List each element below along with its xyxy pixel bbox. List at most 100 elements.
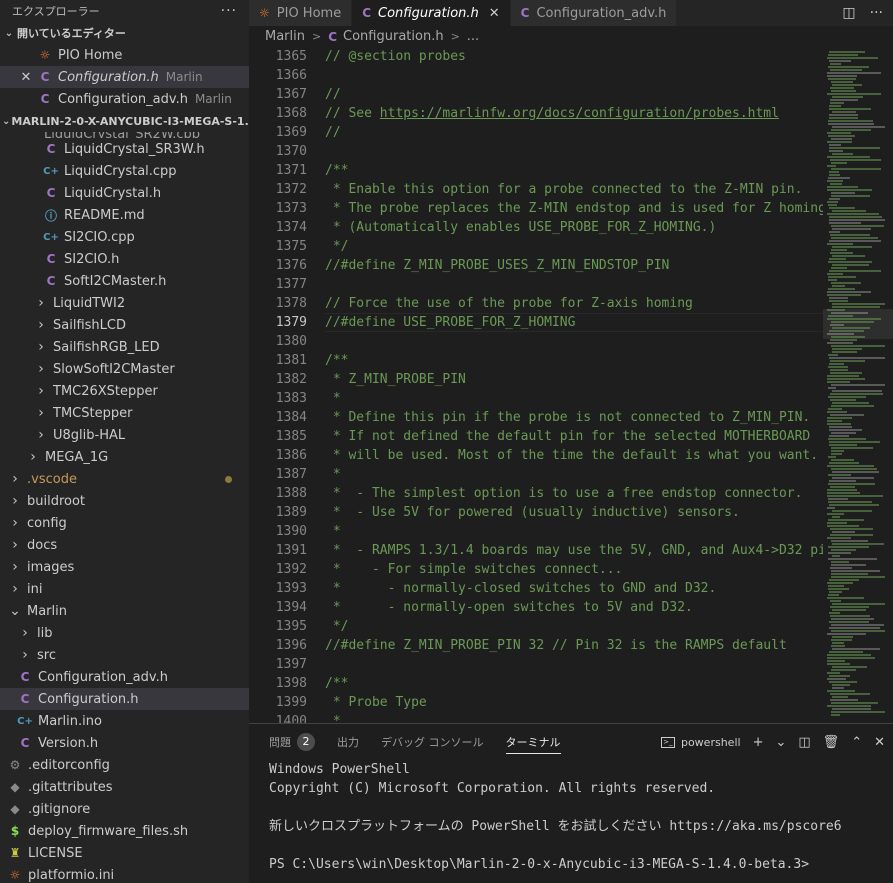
panel-tab[interactable]: ターミナル (505, 724, 561, 760)
code-line[interactable]: * The probe replaces the Z-MIN endstop a… (325, 199, 823, 218)
code-line[interactable]: * - For simple switches connect... (325, 560, 823, 579)
more-actions-icon[interactable]: ··· (870, 5, 883, 21)
breadcrumb-file[interactable]: Configuration.h (343, 29, 444, 44)
code-line[interactable]: /** (325, 351, 823, 370)
file-item[interactable]: ♜ LICENSE (0, 842, 249, 864)
code-line[interactable]: * (Automatically enables USE_PROBE_FOR_Z… (325, 218, 823, 237)
code-line[interactable]: * - normally-closed switches to GND and … (325, 579, 823, 598)
folder-item[interactable]: › docs (0, 534, 249, 556)
code-line[interactable]: * will be used. Most of the time the def… (325, 446, 823, 465)
split-terminal-icon[interactable]: ◫ (798, 735, 810, 750)
code-line[interactable]: // @section probes (325, 47, 823, 66)
code-line[interactable]: * (325, 465, 823, 484)
code-line[interactable] (325, 142, 823, 161)
code-line[interactable]: //#define USE_PROBE_FOR_Z_HOMING (325, 313, 823, 332)
folder-item[interactable]: › U8glib-HAL (0, 424, 249, 446)
file-item[interactable]: C Configuration.h (0, 688, 249, 710)
code-line[interactable]: * (325, 522, 823, 541)
code-line[interactable]: * - The simplest option is to use a free… (325, 484, 823, 503)
code-line[interactable]: */ (325, 617, 823, 636)
folder-item[interactable]: › TMC26XStepper (0, 380, 249, 402)
file-item[interactable]: C+ LiquidCrystal.cpp (0, 160, 249, 182)
file-item[interactable]: C LiquidCrystal_SR3W.h (0, 138, 249, 160)
file-item[interactable]: C+ SI2CIO.cpp (0, 226, 249, 248)
folder-item[interactable]: › MEGA_1G (0, 446, 249, 468)
tab-pio-home[interactable]: ☼ PIO Home (249, 0, 353, 26)
file-item[interactable]: C SI2CIO.h (0, 248, 249, 270)
file-item[interactable]: ⚙ .editorconfig (0, 754, 249, 776)
code-line[interactable]: * - RAMPS 1.3/1.4 boards may use the 5V,… (325, 541, 823, 560)
vertical-scrollbar[interactable] (887, 47, 893, 723)
code-line[interactable]: * (325, 712, 823, 723)
code-line[interactable]: */ (325, 237, 823, 256)
file-item[interactable]: C Version.h (0, 732, 249, 754)
code-line[interactable]: * - normally-open switches to 5V and D32… (325, 598, 823, 617)
close-icon[interactable]: ✕ (18, 70, 34, 85)
breadcrumb-folder[interactable]: Marlin (265, 29, 305, 44)
file-item[interactable]: ◆ .gitignore (0, 798, 249, 820)
code-line[interactable]: * Define this pin if the probe is not co… (325, 408, 823, 427)
code-line[interactable]: * (325, 389, 823, 408)
folder-item[interactable]: › lib (0, 622, 249, 644)
file-item[interactable]: ⓘ README.md (0, 204, 249, 226)
code-line[interactable]: // Force the use of the probe for Z-axis… (325, 294, 823, 313)
file-item[interactable]: C Configuration_adv.h (0, 666, 249, 688)
code-line[interactable]: // (325, 85, 823, 104)
code-link[interactable]: https://marlinfw.org/docs/configuration/… (380, 106, 779, 121)
code-line[interactable]: * If not defined the default pin for the… (325, 427, 823, 446)
panel-tab[interactable]: デバッグ コンソール (381, 724, 484, 760)
file-item[interactable]: C+ Marlin.ino (0, 710, 249, 732)
code-line[interactable]: //#define Z_MIN_PROBE_PIN 32 // Pin 32 i… (325, 636, 823, 655)
terminal-output[interactable]: Windows PowerShell Copyright (C) Microsof… (249, 760, 893, 874)
file-item[interactable]: $ deploy_firmware_files.sh (0, 820, 249, 842)
tab-configuration-h[interactable]: C Configuration.h ✕ (352, 0, 511, 26)
code-line[interactable]: // (325, 123, 823, 142)
folder-item[interactable]: › TMCStepper (0, 402, 249, 424)
file-item[interactable]: ◆ .gitattributes (0, 776, 249, 798)
folder-item[interactable]: › ini (0, 578, 249, 600)
folder-item[interactable]: ⌄ Marlin (0, 600, 249, 622)
open-editor-item[interactable]: ☼ PIO Home (0, 44, 249, 66)
code-line[interactable]: * Probe Type (325, 693, 823, 712)
code-line[interactable]: * Enable this option for a probe connect… (325, 180, 823, 199)
open-editors-header[interactable]: ⌄ 開いているエディター (0, 22, 249, 44)
code-line[interactable] (325, 275, 823, 294)
close-icon[interactable]: ✕ (489, 6, 500, 21)
code-line[interactable] (325, 66, 823, 85)
folder-item[interactable]: › buildroot (0, 490, 249, 512)
minimap[interactable] (823, 47, 893, 723)
folder-item[interactable]: › config (0, 512, 249, 534)
file-item[interactable]: ☼ platformio.ini (0, 864, 249, 883)
code-line[interactable]: * - Use 5V for powered (usually inductiv… (325, 503, 823, 522)
folder-item[interactable]: › images (0, 556, 249, 578)
code-line[interactable]: * Z_MIN_PROBE_PIN (325, 370, 823, 389)
open-editor-item[interactable]: C Configuration_adv.h Marlin (0, 88, 249, 110)
new-terminal-icon[interactable]: + (753, 735, 764, 750)
more-actions-icon[interactable]: ··· (221, 3, 237, 19)
panel-tab[interactable]: 出力 (337, 724, 359, 760)
file-item[interactable]: C LiquidCrystal.h (0, 182, 249, 204)
workspace-header[interactable]: ⌄ MARLIN-2-0-X-ANYCUBIC-I3-MEGA-S-1.4... (0, 110, 249, 132)
maximize-panel-icon[interactable]: ⌃ (851, 735, 862, 750)
code-line[interactable]: //#define Z_MIN_PROBE_USES_Z_MIN_ENDSTOP… (325, 256, 823, 275)
code-editor[interactable]: 1365 1366 1367 1368 1369 1370 1371 1372 1373 1374… (249, 47, 893, 723)
terminal-selector[interactable]: >_ powershell (660, 736, 741, 749)
code-line[interactable] (325, 332, 823, 351)
close-panel-icon[interactable]: ✕ (874, 735, 885, 750)
file-item[interactable]: C SoftI2CMaster.h (0, 270, 249, 292)
folder-item[interactable]: › .vscode (0, 468, 249, 490)
code-area[interactable]: // @section probes // // See https://marli… (325, 47, 823, 723)
folder-item[interactable]: › LiquidTWI2 (0, 292, 249, 314)
kill-terminal-icon[interactable]: 🗑 (823, 735, 840, 750)
code-line[interactable]: // See https://marlinfw.org/docs/configu… (325, 104, 823, 123)
tab-configuration-adv-h[interactable]: C Configuration_adv.h (510, 0, 678, 26)
folder-item[interactable]: › src (0, 644, 249, 666)
panel-tab[interactable]: 問題 2 (269, 724, 315, 760)
folder-item[interactable]: › SailfishRGB_LED (0, 336, 249, 358)
folder-item[interactable]: › SlowSoftI2CMaster (0, 358, 249, 380)
chevron-down-icon[interactable]: ⌄ (775, 735, 786, 750)
code-line[interactable]: /** (325, 161, 823, 180)
code-line[interactable] (325, 655, 823, 674)
split-editor-icon[interactable]: ◫ (842, 5, 855, 21)
breadcrumb-symbol[interactable]: ... (467, 29, 479, 44)
